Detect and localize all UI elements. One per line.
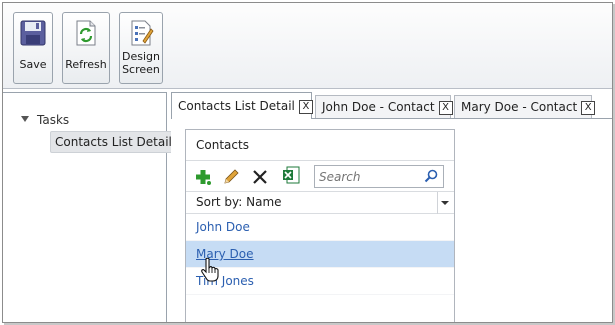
- nav-group-label: Tasks: [37, 113, 70, 127]
- chevron-down-icon[interactable]: [441, 201, 449, 205]
- navigation-pane: Tasks Contacts List Detail: [3, 92, 177, 322]
- search-input[interactable]: [315, 166, 419, 187]
- design-screen-label: Design Screen: [120, 50, 162, 76]
- edit-pencil-icon[interactable]: [222, 168, 240, 186]
- screen-content: Contacts Search Sort by: Name John Doe M…: [171, 118, 612, 322]
- floppy-disk-icon: [20, 20, 46, 46]
- delete-x-icon[interactable]: [251, 168, 269, 186]
- refresh-button[interactable]: Refresh: [62, 12, 110, 84]
- tab-mary-doe-contact[interactable]: Mary Doe - Contact X: [454, 95, 596, 119]
- nav-item-contacts-list-detail[interactable]: Contacts List Detail: [50, 131, 177, 153]
- refresh-label: Refresh: [65, 58, 107, 71]
- design-screen-button[interactable]: Design Screen: [119, 12, 163, 84]
- panel-title: Contacts: [186, 130, 454, 161]
- contact-name[interactable]: John Doe: [196, 220, 250, 234]
- nav-group-tasks[interactable]: Tasks: [21, 113, 69, 127]
- sort-label: Sort by: Name: [196, 195, 282, 209]
- tab-label: John Doe - Contact: [322, 100, 435, 114]
- expand-triangle-icon[interactable]: [21, 116, 29, 122]
- search-box[interactable]: [314, 165, 444, 188]
- magnifier-icon[interactable]: [424, 169, 438, 183]
- close-tab-button[interactable]: X: [581, 101, 596, 115]
- ribbon-toolbar: Save Refresh Design Screen: [3, 3, 612, 89]
- add-icon[interactable]: [194, 168, 212, 186]
- save-button[interactable]: Save: [13, 12, 53, 84]
- document-tabs: Contacts List Detail X John Doe - Contact…: [171, 92, 612, 119]
- close-tab-button[interactable]: X: [438, 101, 453, 115]
- list-item[interactable]: Tim Jones: [186, 268, 454, 295]
- close-tab-button[interactable]: X: [298, 100, 313, 114]
- refresh-document-icon: [76, 20, 96, 46]
- list-item[interactable]: John Doe: [186, 214, 454, 241]
- save-label: Save: [19, 58, 47, 71]
- tab-label: Contacts List Detail: [178, 99, 295, 113]
- hand-pointer-icon: [201, 257, 219, 282]
- command-bar: [186, 161, 454, 192]
- app-window: Save Refresh Design Screen Tasks Contact…: [2, 2, 613, 323]
- sort-selector[interactable]: Sort by: Name: [186, 192, 454, 214]
- tab-label: Mary Doe - Contact: [461, 100, 578, 114]
- tab-contacts-list-detail[interactable]: Contacts List Detail X: [171, 92, 313, 119]
- design-label-line2: Screen: [122, 63, 160, 76]
- sort-divider: [437, 192, 438, 214]
- tab-john-doe-contact[interactable]: John Doe - Contact X: [315, 95, 453, 119]
- contacts-list-panel: Contacts Search Sort by: Name John Doe M…: [185, 129, 455, 322]
- list-item-selected[interactable]: Mary Doe: [186, 241, 454, 268]
- design-label-line1: Design: [122, 50, 160, 63]
- export-excel-icon[interactable]: [282, 166, 300, 184]
- design-screen-icon: [131, 20, 154, 46]
